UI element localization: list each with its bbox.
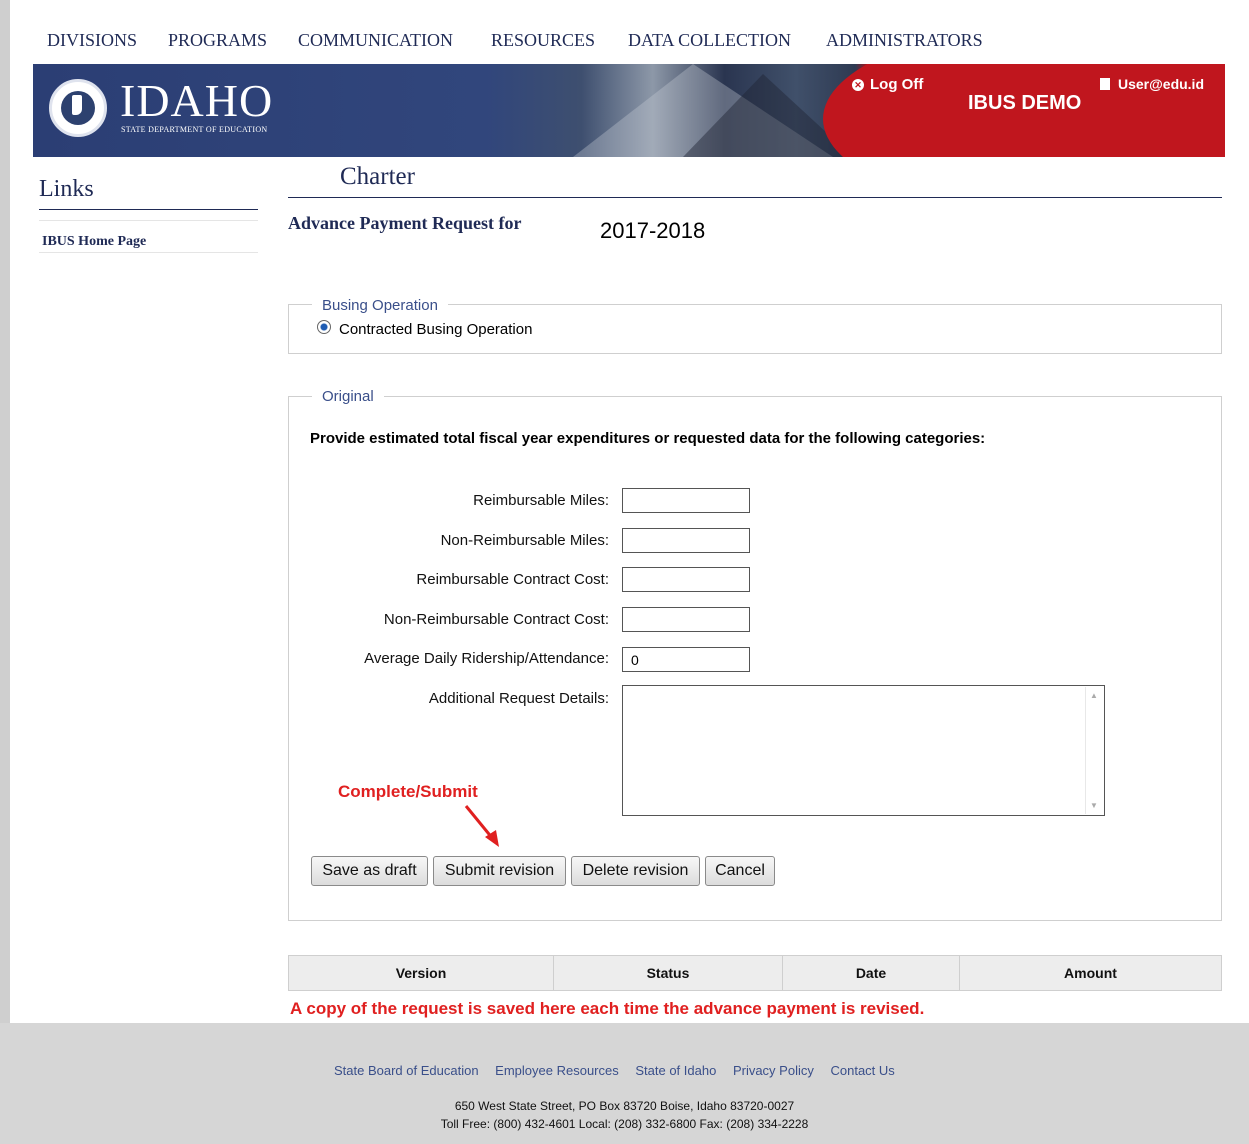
save-draft-button[interactable]: Save as draft — [311, 856, 428, 886]
title-divider — [288, 197, 1222, 198]
nav-data-collection[interactable]: DATA COLLECTION — [628, 30, 791, 51]
footer-link-employee-resources[interactable]: Employee Resources — [495, 1063, 619, 1078]
header-banner: IDAHO STATE DEPARTMENT OF EDUCATION ✕ Log… — [33, 64, 1225, 157]
non-reimbursable-miles-input[interactable] — [622, 528, 750, 553]
nav-communication[interactable]: COMMUNICATION — [298, 30, 453, 51]
additional-details-label: Additional Request Details: — [428, 690, 609, 707]
non-reimbursable-contract-cost-label: Non-Reimbursable Contract Cost: — [383, 611, 609, 628]
sidebar-item-ibus-home[interactable]: IBUS Home Page — [42, 234, 146, 250]
cancel-button[interactable]: Cancel — [705, 856, 775, 886]
user-name: User@edu.id — [1118, 76, 1205, 92]
page-title: Charter — [340, 163, 415, 190]
column-status[interactable]: Status — [554, 956, 783, 990]
reimbursable-miles-input[interactable] — [622, 488, 750, 513]
column-amount[interactable]: Amount — [960, 956, 1221, 990]
table-annotation: A copy of the request is saved here each… — [290, 999, 925, 1018]
average-daily-ridership-label: Average Daily Ridership/Attendance: — [364, 650, 609, 667]
reimbursable-contract-cost-input[interactable] — [622, 567, 750, 592]
logoff-link[interactable]: ✕ Log Off — [852, 76, 923, 93]
footer-links: State Board of Education Employee Resour… — [334, 1063, 908, 1078]
left-margin-strip — [0, 0, 10, 1023]
footer-link-contact-us[interactable]: Contact Us — [830, 1063, 894, 1078]
complete-submit-annotation: Complete/Submit — [338, 782, 478, 801]
column-date[interactable]: Date — [783, 956, 960, 990]
reimbursable-miles-label: Reimbursable Miles: — [473, 492, 609, 509]
contracted-busing-label[interactable]: Contracted Busing Operation — [339, 321, 532, 338]
nav-resources[interactable]: RESOURCES — [491, 30, 595, 51]
instructions-text: Provide estimated total fiscal year expe… — [310, 430, 986, 447]
scroll-up-icon[interactable]: ▲ — [1090, 691, 1098, 700]
user-icon — [1100, 78, 1110, 90]
nav-administrators[interactable]: ADMINISTRATORS — [826, 30, 983, 51]
user-account[interactable]: User@edu.id — [1100, 76, 1204, 92]
non-reimbursable-contract-cost-input[interactable] — [622, 607, 750, 632]
contracted-busing-radio[interactable] — [317, 320, 331, 334]
logo-title[interactable]: IDAHO — [120, 74, 273, 127]
fiscal-year: 2017-2018 — [600, 218, 706, 243]
state-seal-logo[interactable] — [49, 79, 107, 137]
footer-phones: Toll Free: (800) 432-4601 Local: (208) 3… — [440, 1117, 809, 1131]
logoff-label: Log Off — [870, 76, 924, 93]
footer-link-state-of-idaho[interactable]: State of Idaho — [635, 1063, 716, 1078]
close-circle-icon: ✕ — [852, 79, 864, 91]
footer-link-state-board[interactable]: State Board of Education — [334, 1063, 479, 1078]
sidebar-item-divider — [39, 252, 258, 253]
submit-revision-button[interactable]: Submit revision — [433, 856, 566, 886]
annotation-arrow-icon — [464, 805, 499, 847]
column-version[interactable]: Version — [289, 956, 554, 990]
footer-address: 650 West State Street, PO Box 83720 Bois… — [454, 1099, 795, 1113]
sidebar-divider — [39, 209, 258, 210]
logo-subtitle: STATE DEPARTMENT OF EDUCATION — [121, 125, 268, 134]
reimbursable-contract-cost-label: Reimbursable Contract Cost: — [416, 571, 609, 588]
non-reimbursable-miles-label: Non-Reimbursable Miles: — [440, 532, 609, 549]
original-legend: Original — [312, 388, 384, 405]
request-label: Advance Payment Request for — [288, 213, 522, 233]
busing-operation-legend: Busing Operation — [312, 297, 448, 314]
sidebar-divider-light — [39, 220, 258, 221]
textarea-scrollbar[interactable]: ▲ ▼ — [1085, 687, 1103, 814]
footer-link-privacy-policy[interactable]: Privacy Policy — [733, 1063, 814, 1078]
delete-revision-button[interactable]: Delete revision — [571, 856, 700, 886]
scroll-down-icon[interactable]: ▼ — [1090, 801, 1098, 810]
revisions-table-header: Version Status Date Amount — [288, 955, 1222, 991]
sidebar-title: Links — [39, 176, 94, 202]
nav-programs[interactable]: PROGRAMS — [168, 30, 267, 51]
app-name: IBUS DEMO — [968, 92, 1082, 114]
average-daily-ridership-input[interactable] — [622, 647, 750, 672]
additional-details-textarea[interactable]: ▲ ▼ — [622, 685, 1105, 816]
nav-divisions[interactable]: DIVISIONS — [47, 30, 137, 51]
